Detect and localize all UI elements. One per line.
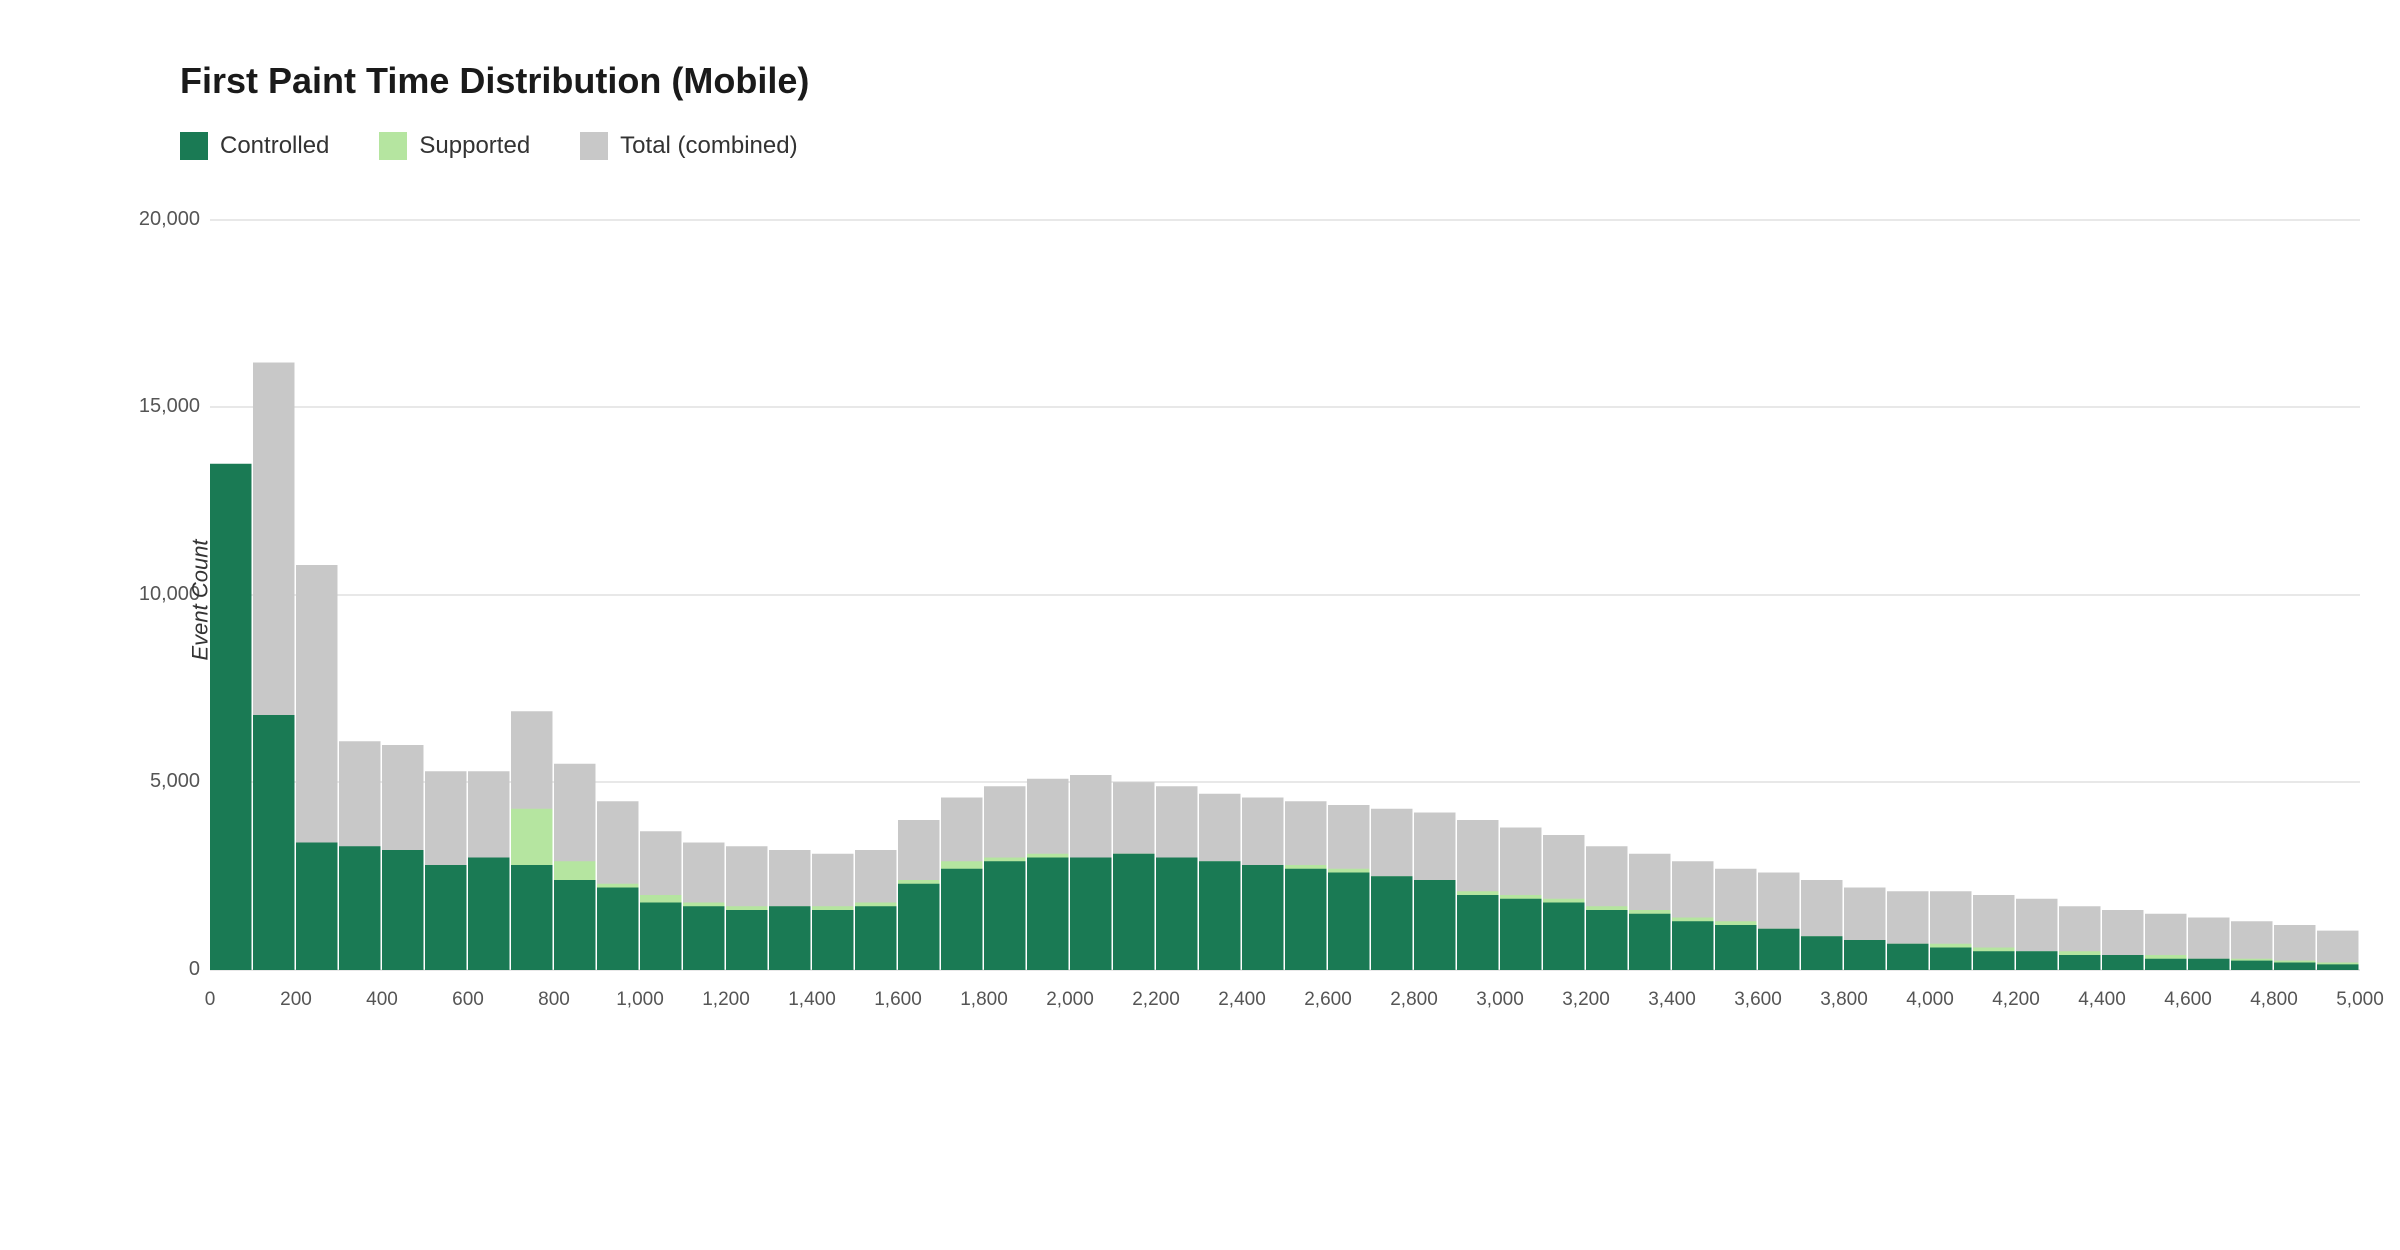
bar-controlled <box>2231 961 2273 970</box>
x-tick-label: 1,600 <box>874 989 922 1010</box>
bar-controlled <box>2274 963 2316 971</box>
bar-controlled <box>1457 895 1499 970</box>
bar-controlled <box>1199 861 1241 970</box>
bar-controlled <box>554 880 596 970</box>
total-swatch <box>580 132 608 160</box>
bar-controlled <box>597 888 639 971</box>
bar-controlled <box>210 464 252 970</box>
bar-controlled <box>1973 951 2015 970</box>
x-tick-label: 2,400 <box>1218 989 1266 1010</box>
bar-controlled <box>1414 880 1456 970</box>
svg-text:0: 0 <box>189 958 200 980</box>
chart-plot: Event Count 0 5,000 <box>210 190 2320 1010</box>
x-tick-label: 4,000 <box>1906 989 1954 1010</box>
bar-controlled <box>511 865 553 970</box>
bar-controlled <box>1500 899 1542 970</box>
x-tick-label: 5,000 <box>2336 989 2384 1010</box>
bar-controlled <box>1586 910 1628 970</box>
svg-text:15,000: 15,000 <box>139 395 200 417</box>
svg-text:20,000: 20,000 <box>139 208 200 230</box>
bar-controlled <box>984 861 1026 970</box>
x-tick-label: 4,600 <box>2164 989 2212 1010</box>
y-axis-label: Event Count <box>188 539 214 660</box>
x-tick-label: 1,000 <box>616 989 664 1010</box>
legend: Controlled Supported Total (combined) <box>180 132 2320 160</box>
bar-controlled <box>769 906 811 970</box>
x-tick-label: 4,200 <box>1992 989 2040 1010</box>
x-tick-label: 3,200 <box>1562 989 1610 1010</box>
bar-controlled <box>1027 858 1069 971</box>
bar-controlled <box>640 903 682 971</box>
chart-title: First Paint Time Distribution (Mobile) <box>180 60 2320 102</box>
bar-controlled <box>1930 948 1972 971</box>
bar-controlled <box>1887 944 1929 970</box>
x-tick-label: 3,800 <box>1820 989 1868 1010</box>
x-tick-label: 1,400 <box>788 989 836 1010</box>
supported-swatch <box>379 132 407 160</box>
bar-controlled <box>1328 873 1370 971</box>
bar-controlled <box>2016 951 2058 970</box>
legend-item-supported: Supported <box>379 132 530 160</box>
x-tick-label: 3,600 <box>1734 989 1782 1010</box>
x-tick-label: 1,800 <box>960 989 1008 1010</box>
bar-controlled <box>1801 936 1843 970</box>
x-tick-label: 2,600 <box>1304 989 1352 1010</box>
bar-controlled <box>1629 914 1671 970</box>
legend-item-controlled: Controlled <box>180 132 329 160</box>
bar-controlled <box>1371 876 1413 970</box>
bar-controlled <box>2317 964 2359 970</box>
x-tick-label: 0 <box>205 989 216 1010</box>
bar-controlled <box>1844 940 1886 970</box>
legend-item-total: Total (combined) <box>580 132 797 160</box>
chart-container: First Paint Time Distribution (Mobile) C… <box>0 0 2400 1250</box>
bar-controlled <box>1715 925 1757 970</box>
bar-controlled <box>296 843 338 971</box>
bar-controlled <box>1672 921 1714 970</box>
bar-controlled <box>683 906 725 970</box>
x-tick-label: 600 <box>452 989 484 1010</box>
bar-controlled <box>812 910 854 970</box>
chart-inner: Event Count 0 5,000 <box>210 190 2320 1010</box>
x-tick-label: 800 <box>538 989 570 1010</box>
x-tick-label: 2,200 <box>1132 989 1180 1010</box>
bar-controlled <box>2145 959 2187 970</box>
bar-controlled <box>382 850 424 970</box>
x-tick-label: 3,000 <box>1476 989 1524 1010</box>
svg-text:5,000: 5,000 <box>150 770 200 792</box>
bar-controlled <box>898 884 940 970</box>
bar-controlled <box>2188 959 2230 970</box>
bar-controlled <box>1758 929 1800 970</box>
bar-controlled <box>1070 858 1112 971</box>
legend-label-supported: Supported <box>419 132 530 160</box>
legend-label-controlled: Controlled <box>220 132 329 160</box>
bar-controlled <box>468 858 510 971</box>
bar-controlled <box>1156 858 1198 971</box>
x-tick-label: 400 <box>366 989 398 1010</box>
bar-controlled <box>941 869 983 970</box>
main-chart-svg: 0 5,000 10,000 15,000 20,000 02004006008… <box>210 190 2360 1010</box>
x-tick-label: 200 <box>280 989 312 1010</box>
x-tick-label: 2,800 <box>1390 989 1438 1010</box>
x-tick-label: 2,000 <box>1046 989 1094 1010</box>
bar-controlled <box>1242 865 1284 970</box>
legend-label-total: Total (combined) <box>620 132 797 160</box>
bar-controlled <box>2059 955 2101 970</box>
bar-controlled <box>1285 869 1327 970</box>
bar-controlled <box>1113 854 1155 970</box>
bar-controlled <box>1543 903 1585 971</box>
bar-controlled <box>726 910 768 970</box>
x-tick-label: 1,200 <box>702 989 750 1010</box>
controlled-swatch <box>180 132 208 160</box>
bar-controlled <box>2102 955 2144 970</box>
chart-area: Event Count 0 5,000 <box>120 190 2320 1010</box>
x-tick-label: 4,400 <box>2078 989 2126 1010</box>
bar-controlled <box>339 846 381 970</box>
x-tick-label: 4,800 <box>2250 989 2298 1010</box>
x-tick-label: 3,400 <box>1648 989 1696 1010</box>
bar-controlled <box>855 906 897 970</box>
bar-controlled <box>253 715 295 970</box>
bar-controlled <box>425 865 467 970</box>
